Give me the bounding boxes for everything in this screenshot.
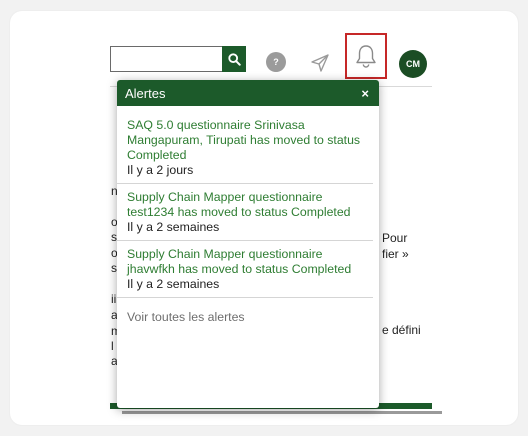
bg-text-fragment: Pour [382,231,408,245]
search-button[interactable] [222,46,246,72]
alert-message[interactable]: SAQ 5.0 questionnaire Srinivasa Mangapur… [127,118,365,163]
close-icon[interactable]: × [361,86,369,101]
alerts-title: Alertes [125,85,166,101]
bg-text-fragment: e défini [382,323,421,337]
alert-item[interactable]: Supply Chain Mapper questionnaire jhavwf… [117,241,373,298]
help-button[interactable]: ? [266,52,286,72]
notifications-button[interactable] [345,33,387,79]
user-avatar[interactable]: CM [399,50,427,78]
bg-text-fragment: fier » [382,247,409,261]
send-icon [311,54,329,72]
search-icon [227,52,241,66]
alert-message[interactable]: Supply Chain Mapper questionnaire test12… [127,190,365,220]
alerts-dropdown: Alertes × SAQ 5.0 questionnaire Srinivas… [117,80,379,408]
alert-message[interactable]: Supply Chain Mapper questionnaire jhavwf… [127,247,365,277]
bg-text-fragment: ii [111,292,117,306]
alert-time: Il y a 2 jours [127,163,194,177]
alert-time: Il y a 2 semaines [127,220,220,234]
send-button[interactable] [310,53,330,73]
alert-item[interactable]: SAQ 5.0 questionnaire Srinivasa Mangapur… [117,106,373,184]
bg-text-fragment: l [111,339,114,353]
alert-time: Il y a 2 semaines [127,277,220,291]
alerts-header: Alertes × [117,80,379,106]
horizontal-scrollbar[interactable] [122,411,442,414]
bell-icon [356,45,376,68]
help-icon: ? [273,57,279,67]
search-input[interactable] [110,46,222,72]
alert-item[interactable]: Supply Chain Mapper questionnaire test12… [117,184,373,241]
view-all-alerts-link[interactable]: Voir toutes les alertes [117,298,379,336]
